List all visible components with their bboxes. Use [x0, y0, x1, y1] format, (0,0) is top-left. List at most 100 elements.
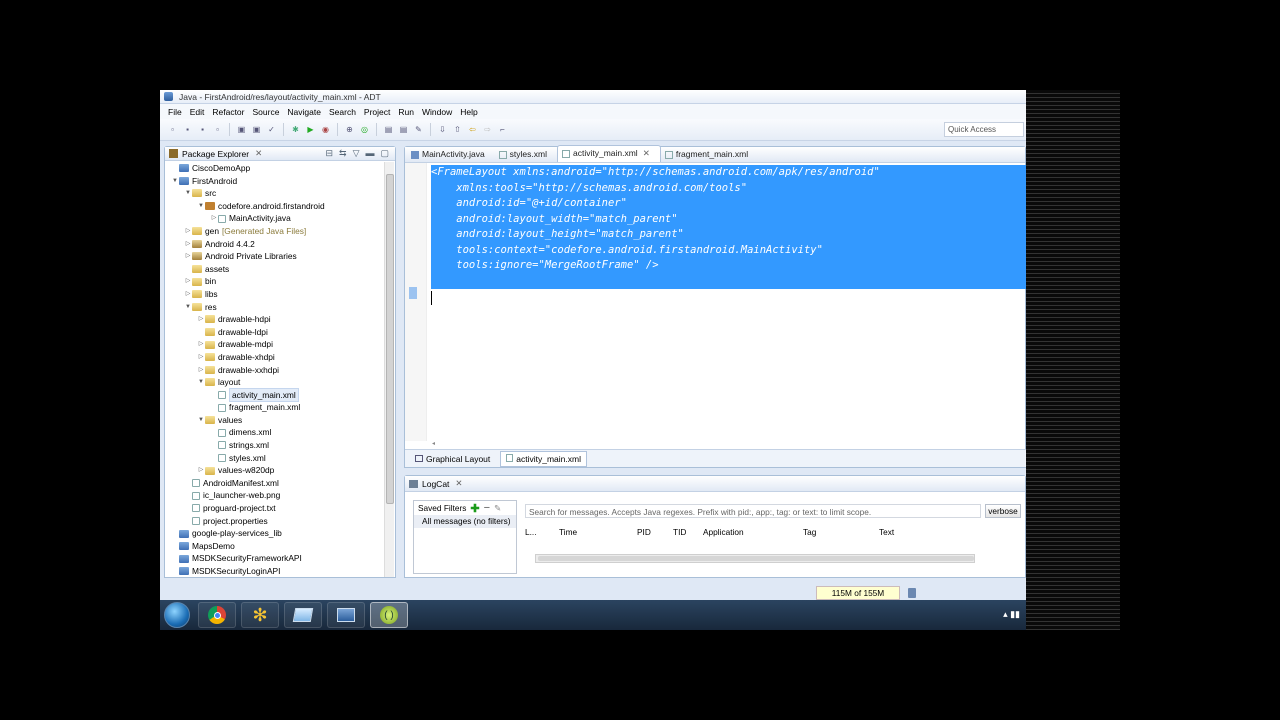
log-search-input[interactable]: Search for messages. Accepts Java regexe… — [525, 504, 981, 518]
close-icon[interactable]: ✕ — [255, 148, 262, 159]
run-icon[interactable]: ▶ — [304, 123, 317, 136]
collapsed-arrow-icon[interactable]: ▷ — [184, 225, 192, 238]
tree-item[interactable]: CiscoDemoApp — [165, 162, 395, 175]
lint-icon[interactable]: ✓ — [265, 123, 278, 136]
open-task-icon[interactable]: ▤ — [397, 123, 410, 136]
tree-item[interactable]: ▷ gen [Generated Java Files] — [165, 225, 395, 238]
menu-window[interactable]: Window — [418, 107, 456, 117]
start-button[interactable] — [164, 602, 190, 628]
menu-run[interactable]: Run — [394, 107, 418, 117]
external-tools-icon[interactable]: ◉ — [319, 123, 332, 136]
tree-item[interactable]: ▷ drawable-mdpi — [165, 338, 395, 351]
collapse-all-icon[interactable]: ⊟ — [325, 148, 333, 159]
app-taskbar-button[interactable]: ✻ — [241, 602, 279, 628]
tree-item[interactable]: ▷ Android 4.4.2 — [165, 238, 395, 251]
chrome-taskbar-button[interactable] — [198, 602, 236, 628]
close-tab-icon[interactable]: ✕ — [643, 148, 650, 158]
app-taskbar-button[interactable] — [284, 602, 322, 628]
remove-filter-icon[interactable]: − — [484, 502, 490, 514]
collapsed-arrow-icon[interactable]: ▷ — [184, 250, 192, 263]
menu-help[interactable]: Help — [456, 107, 481, 117]
editor-tab-active[interactable]: activity_main.xml ✕ — [556, 145, 661, 162]
next-annotation-icon[interactable]: ⇩ — [436, 123, 449, 136]
expanded-arrow-icon[interactable]: ▼ — [197, 200, 205, 213]
collapsed-arrow-icon[interactable]: ▷ — [184, 288, 192, 301]
collapsed-arrow-icon[interactable]: ▷ — [184, 238, 192, 251]
save-all-icon[interactable]: ▪ — [196, 123, 209, 136]
expanded-arrow-icon[interactable]: ▼ — [184, 301, 192, 314]
tree-item[interactable]: google-play-services_lib — [165, 527, 395, 540]
col-level[interactable]: L... — [525, 527, 555, 537]
print-icon[interactable]: ▫ — [211, 123, 224, 136]
expanded-arrow-icon[interactable]: ▼ — [171, 175, 179, 188]
tree-item[interactable]: project.properties — [165, 515, 395, 528]
col-tid[interactable]: TID — [673, 527, 703, 537]
expanded-arrow-icon[interactable]: ▼ — [184, 187, 192, 200]
menu-source[interactable]: Source — [248, 107, 283, 117]
tab-graphical-layout[interactable]: Graphical Layout — [409, 451, 496, 467]
tree-item[interactable]: ▷ drawable-hdpi — [165, 313, 395, 326]
package-explorer-tab[interactable]: Package Explorer ✕ ⊟ ⇆ ▽ ▬ ▢ — [165, 147, 395, 161]
collapsed-arrow-icon[interactable]: ▷ — [197, 313, 205, 326]
tree-item[interactable]: strings.xml — [165, 439, 395, 452]
menu-search[interactable]: Search — [325, 107, 360, 117]
tree-item[interactable]: MSDKSecurityLoginAPI — [165, 565, 395, 578]
tree-scrollbar[interactable] — [384, 162, 394, 577]
editor-tab[interactable]: styles.xml — [495, 147, 557, 162]
tree-item[interactable]: ▼ values — [165, 414, 395, 427]
scroll-thumb[interactable] — [386, 174, 394, 504]
new-java-package-icon[interactable]: ⊕ — [343, 123, 356, 136]
scroll-left-arrow-icon[interactable]: ◂ — [432, 440, 435, 447]
save-icon[interactable]: ▪ — [181, 123, 194, 136]
tree-item[interactable]: ▷ MainActivity.java — [165, 212, 395, 225]
close-icon[interactable]: ✕ — [455, 478, 462, 489]
system-tray[interactable]: ▴ ▮▮ — [1003, 609, 1020, 620]
tree-item[interactable]: MapsDemo — [165, 540, 395, 553]
tree-item[interactable]: ▼ res — [165, 301, 395, 314]
quick-access-input[interactable]: Quick Access — [944, 122, 1024, 137]
edit-filter-icon[interactable]: ✎ — [494, 503, 501, 513]
menu-file[interactable]: File — [164, 107, 186, 117]
col-time[interactable]: Time — [555, 527, 637, 537]
forward-icon[interactable]: ⇨ — [481, 123, 494, 136]
sdk-manager-icon[interactable]: ▣ — [235, 123, 248, 136]
tree-item[interactable]: ic_launcher-web.png — [165, 489, 395, 502]
previous-annotation-icon[interactable]: ⇧ — [451, 123, 464, 136]
tree-item[interactable]: ▷ drawable-xhdpi — [165, 351, 395, 364]
pin-editor-icon[interactable]: ⌐ — [496, 123, 509, 136]
new-class-icon[interactable]: ◎ — [358, 123, 371, 136]
search-icon[interactable]: ✎ — [412, 123, 425, 136]
tree-item[interactable]: activity_main.xml — [165, 387, 395, 403]
tree-item[interactable]: ▷ Android Private Libraries — [165, 250, 395, 263]
tree-item[interactable]: ▷ drawable-xxhdpi — [165, 364, 395, 377]
menu-edit[interactable]: Edit — [186, 107, 209, 117]
expanded-arrow-icon[interactable]: ▼ — [197, 376, 205, 389]
col-pid[interactable]: PID — [637, 527, 673, 537]
scroll-thumb[interactable] — [538, 556, 974, 561]
menu-refactor[interactable]: Refactor — [208, 107, 248, 117]
open-type-icon[interactable]: ▤ — [382, 123, 395, 136]
tree-item[interactable]: ▼ src — [165, 187, 395, 200]
tree-item[interactable]: assets — [165, 263, 395, 276]
collapsed-arrow-icon[interactable]: ▷ — [197, 464, 205, 477]
trash-icon[interactable] — [908, 588, 916, 598]
col-text[interactable]: Text — [879, 527, 939, 537]
add-filter-icon[interactable]: ✚ — [470, 502, 479, 515]
editor-tab[interactable]: MainActivity.java — [407, 147, 495, 162]
col-application[interactable]: Application — [703, 527, 803, 537]
log-horizontal-scrollbar[interactable] — [535, 554, 975, 563]
tree-item[interactable]: ▼ FirstAndroid — [165, 175, 395, 188]
maximize-icon[interactable]: ▢ — [380, 148, 389, 159]
collapsed-arrow-icon[interactable]: ▷ — [197, 351, 205, 364]
tree-item[interactable]: ▷ bin — [165, 275, 395, 288]
collapsed-arrow-icon[interactable]: ▷ — [197, 364, 205, 377]
collapsed-arrow-icon[interactable]: ▷ — [210, 212, 218, 225]
tree-item[interactable]: MSDKSecurityFrameworkAPI — [165, 552, 395, 565]
tab-xml-source[interactable]: activity_main.xml — [500, 450, 587, 467]
tree-item[interactable]: proguard-project.txt — [165, 502, 395, 515]
tree-item[interactable]: fragment_main.xml — [165, 401, 395, 414]
new-icon[interactable]: ▫ — [166, 123, 179, 136]
tree-item[interactable]: ▷ libs — [165, 288, 395, 301]
editor-tab[interactable]: fragment_main.xml — [661, 147, 758, 162]
minimize-icon[interactable]: ▬ — [365, 148, 374, 159]
